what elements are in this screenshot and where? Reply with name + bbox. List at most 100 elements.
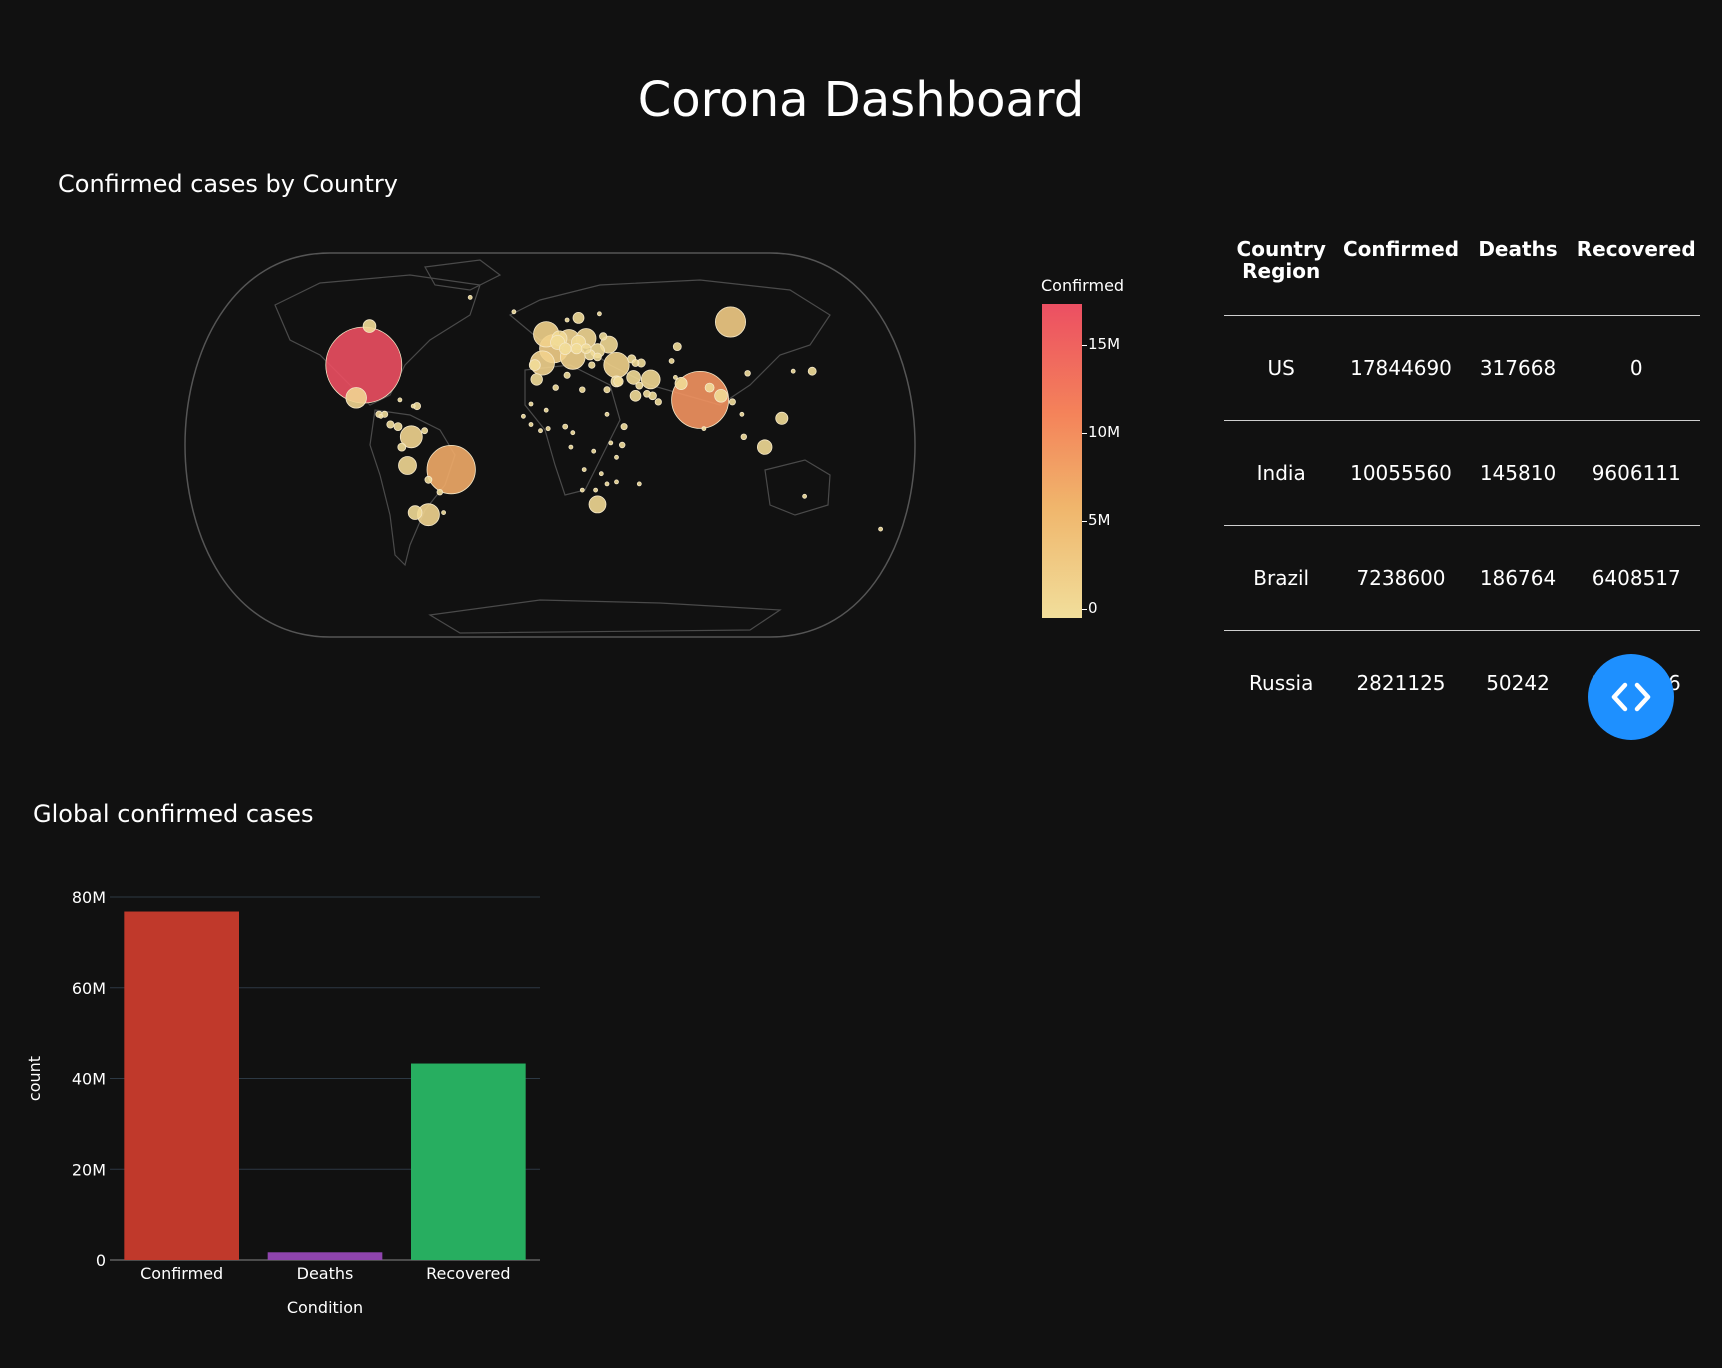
map-bubble[interactable] [668, 358, 675, 364]
map-bubble[interactable] [579, 386, 586, 393]
map-bubble[interactable] [620, 423, 628, 431]
map-bubble[interactable] [643, 390, 651, 398]
world-bubble-map[interactable] [180, 245, 920, 645]
map-bubble[interactable] [520, 413, 526, 419]
map-bubble[interactable] [603, 386, 611, 394]
map-bubble[interactable] [386, 420, 395, 429]
map-bubble[interactable] [378, 413, 384, 419]
map-bubble[interactable] [654, 398, 662, 406]
map-bubble[interactable] [807, 366, 817, 376]
map-bubble[interactable] [588, 495, 607, 514]
map-bubble[interactable] [588, 361, 596, 369]
map-basemap [184, 252, 916, 638]
map-bubble[interactable] [715, 306, 747, 338]
map-bubble[interactable] [538, 428, 543, 434]
map-bubble[interactable] [603, 352, 630, 379]
map-bubble[interactable] [614, 454, 619, 460]
page-title: Corona Dashboard [637, 72, 1085, 128]
map-bubble[interactable] [631, 359, 640, 367]
map-bubble[interactable] [398, 456, 417, 475]
map-bubble[interactable] [530, 373, 543, 386]
map-bubble[interactable] [593, 487, 599, 493]
map-bubble[interactable] [728, 398, 736, 406]
map-bubble[interactable] [740, 433, 747, 440]
map-bubble[interactable] [636, 481, 642, 487]
map-bubble[interactable] [397, 442, 407, 452]
map-bubble[interactable] [579, 487, 585, 493]
map-bubble[interactable] [564, 317, 570, 323]
map-bubble[interactable] [436, 488, 443, 496]
map-bubble[interactable] [552, 384, 559, 391]
map-bubble[interactable] [581, 467, 587, 473]
bar-series [124, 911, 526, 1260]
map-bubble[interactable] [635, 381, 644, 390]
map-bubble[interactable] [543, 407, 549, 413]
column-header-deaths[interactable]: Deaths [1463, 230, 1573, 316]
map-bubble[interactable] [572, 312, 585, 324]
map-bubble[interactable] [599, 332, 608, 341]
map-bubble[interactable] [407, 505, 423, 520]
map-bubble[interactable] [393, 422, 403, 432]
column-header-country[interactable]: Country Region [1224, 230, 1339, 316]
map-bubble[interactable] [562, 423, 569, 430]
map-bubble[interactable] [802, 493, 807, 499]
global-cases-bar-chart[interactable]: 0 20M 40M 60M 80M Confirmed Deaths Recovered C… [0, 870, 560, 1330]
map-bubble[interactable] [619, 441, 626, 449]
map-bubble[interactable] [410, 403, 416, 409]
map-bubble[interactable] [426, 445, 476, 495]
map-bubble[interactable] [424, 475, 433, 484]
map-bubble[interactable] [570, 343, 583, 355]
map-bubble[interactable] [672, 374, 678, 380]
map-bubble[interactable] [775, 411, 789, 425]
bar-deaths[interactable] [267, 1252, 383, 1260]
map-bubble[interactable] [345, 387, 367, 409]
colorbar-gradient [1042, 304, 1082, 618]
map-bubble[interactable] [744, 370, 751, 377]
bar-recovered[interactable] [411, 1063, 526, 1260]
map-bubble[interactable] [704, 382, 715, 393]
map-bubble[interactable] [362, 319, 377, 333]
map-bubble[interactable] [570, 430, 576, 436]
x-tick-label: Deaths [297, 1264, 354, 1283]
map-bubble[interactable] [629, 390, 642, 402]
y-tick-label: 20M [72, 1160, 106, 1179]
map-bubble[interactable] [701, 426, 707, 432]
map-bubble[interactable] [672, 342, 682, 351]
nav-toggle-button[interactable] [1588, 654, 1674, 740]
map-bubble[interactable] [739, 411, 745, 417]
map-bubble[interactable] [757, 439, 773, 455]
map-bubble[interactable] [568, 444, 574, 450]
y-tick-label: 0 [96, 1251, 106, 1270]
map-bubble[interactable] [598, 471, 604, 477]
map-bubble[interactable] [790, 368, 796, 374]
map-bubble[interactable] [714, 389, 728, 403]
map-bubble[interactable] [441, 510, 447, 516]
map-bubble[interactable] [604, 481, 610, 487]
map-bubble[interactable] [511, 309, 517, 315]
map-bubble[interactable] [528, 401, 534, 407]
bar-confirmed[interactable] [124, 911, 239, 1260]
map-bubble[interactable] [563, 371, 571, 379]
map-bubble[interactable] [528, 422, 534, 427]
map-bubble[interactable] [467, 295, 473, 300]
map-bubble[interactable] [608, 440, 614, 446]
map-bubble[interactable] [545, 426, 551, 432]
map-bubble[interactable] [421, 427, 429, 435]
map-bubble[interactable] [614, 479, 619, 485]
map-bubble[interactable] [559, 342, 572, 355]
column-header-confirmed[interactable]: Confirmed [1338, 230, 1464, 316]
map-bubble[interactable] [591, 448, 597, 454]
map-bubble[interactable] [580, 343, 592, 354]
map-bubble[interactable] [878, 526, 883, 532]
column-header-recovered[interactable]: Recovered [1572, 230, 1700, 316]
map-bubble[interactable] [604, 411, 610, 417]
map-bubble[interactable] [593, 352, 602, 362]
map-bubble[interactable] [528, 359, 541, 371]
bar-chart-title: Global confirmed cases [33, 800, 314, 828]
map-bubble[interactable] [613, 376, 624, 387]
map-bubble[interactable] [397, 397, 403, 403]
map-bubble[interactable] [640, 369, 661, 390]
table-row: India 10055560 145810 9606111 [1224, 420, 1700, 526]
table-header-row: Country Region Confirmed Deaths Recovered [1224, 230, 1700, 316]
map-bubble[interactable] [596, 311, 602, 317]
